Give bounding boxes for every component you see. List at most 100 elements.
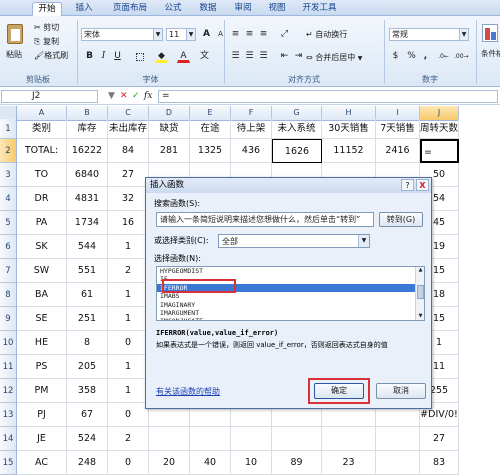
row-header[interactable]: 8	[0, 283, 17, 307]
percent-button[interactable]: %	[405, 50, 418, 63]
table-cell[interactable]: DR	[17, 187, 67, 211]
function-list-item[interactable]: IMABS	[157, 292, 424, 300]
shrink-font-button[interactable]: A	[214, 28, 227, 41]
font-size-select[interactable]: 11 ▼	[166, 28, 196, 41]
table-cell[interactable]: 0	[108, 403, 149, 427]
underline-button[interactable]: U	[111, 50, 124, 63]
formula-input[interactable]: =	[158, 90, 498, 103]
table-cell[interactable]: 8	[67, 331, 108, 355]
row-header[interactable]: 10	[0, 331, 17, 355]
row-header[interactable]: 6	[0, 235, 17, 259]
table-cell[interactable]: 2	[108, 427, 149, 451]
table-cell[interactable]: 544	[67, 235, 108, 259]
insert-function-icon[interactable]: fx	[144, 90, 152, 102]
fill-color-button[interactable]: ◆	[155, 50, 168, 63]
row-header[interactable]: 1	[0, 119, 17, 139]
table-cell[interactable]: 在途	[190, 119, 231, 139]
tab-review[interactable]: 审阅	[228, 2, 258, 16]
table-cell[interactable]	[272, 427, 322, 451]
table-cell[interactable]: PM	[17, 379, 67, 403]
tab-home[interactable]: 开始	[32, 2, 62, 16]
table-cell[interactable]: 类别	[17, 119, 67, 139]
table-cell[interactable]: 248	[67, 451, 108, 475]
tab-insert[interactable]: 插入	[70, 2, 98, 16]
bold-button[interactable]: B	[83, 50, 96, 63]
align-right-icon[interactable]: ☰	[257, 50, 270, 63]
table-cell[interactable]: 436	[231, 139, 272, 163]
table-cell[interactable]: 251	[67, 307, 108, 331]
function-list-scrollbar[interactable]: ▲ ▼	[415, 267, 424, 320]
category-select[interactable]: 全部 ▼	[218, 234, 370, 248]
table-cell[interactable]: PJ	[17, 403, 67, 427]
table-cell[interactable]	[322, 427, 376, 451]
table-cell[interactable]: 83	[420, 451, 459, 475]
table-cell[interactable]: 30天销售	[322, 119, 376, 139]
row-header[interactable]: 2	[0, 139, 17, 163]
row-header[interactable]: 11	[0, 355, 17, 379]
function-list-item[interactable]: IMARGUMENT	[157, 309, 424, 317]
border-button[interactable]	[133, 50, 146, 63]
align-center-icon[interactable]: ☰	[243, 50, 256, 63]
function-list-item[interactable]: IMAGINARY	[157, 301, 424, 309]
table-cell[interactable]: 358	[67, 379, 108, 403]
row-header[interactable]: 12	[0, 379, 17, 403]
function-help-link[interactable]: 有关该函数的帮助	[156, 386, 220, 397]
dialog-close-button[interactable]: X	[416, 179, 429, 191]
table-cell[interactable]: SE	[17, 307, 67, 331]
enter-icon[interactable]: ✓	[132, 90, 140, 102]
conditional-format-button[interactable]: 条件格	[480, 22, 500, 72]
search-function-input[interactable]: 请输入一条简短说明来描述您想做什么，然后单击“转到”	[156, 212, 374, 227]
table-cell[interactable]: PA	[17, 211, 67, 235]
table-cell[interactable]: 89	[272, 451, 322, 475]
scroll-up-icon[interactable]: ▲	[417, 267, 424, 274]
table-cell[interactable]: HE	[17, 331, 67, 355]
font-name-select[interactable]: 宋体 ▼	[81, 28, 163, 41]
table-cell[interactable]: 周转天数	[420, 119, 459, 139]
table-cell[interactable]: AC	[17, 451, 67, 475]
tab-formulas[interactable]: 公式	[158, 2, 188, 16]
row-header[interactable]: 13	[0, 403, 17, 427]
cancel-button[interactable]: 取消	[376, 383, 426, 399]
table-cell[interactable]: 0	[108, 331, 149, 355]
table-cell[interactable]: SW	[17, 259, 67, 283]
table-cell[interactable]: 2416	[376, 139, 420, 163]
table-cell[interactable]: =	[420, 139, 459, 163]
wrap-text-button[interactable]: ↵ 自动换行	[306, 29, 347, 40]
table-cell[interactable]: 7天销售	[376, 119, 420, 139]
cancel-entry-icon[interactable]: ▼	[108, 90, 115, 102]
table-cell[interactable]: 61	[67, 283, 108, 307]
table-cell[interactable]: 205	[67, 355, 108, 379]
tab-page-layout[interactable]: 页面布局	[105, 2, 155, 16]
table-cell[interactable]: 20	[149, 451, 190, 475]
table-cell[interactable]: 27	[420, 427, 459, 451]
table-cell[interactable]	[190, 427, 231, 451]
table-cell[interactable]: 1	[108, 307, 149, 331]
format-painter-button[interactable]: 🖌格式刷	[34, 50, 68, 61]
table-cell[interactable]: 524	[67, 427, 108, 451]
table-cell[interactable]: 未入系统	[272, 119, 322, 139]
table-cell[interactable]: 11152	[322, 139, 376, 163]
row-header[interactable]: 15	[0, 451, 17, 475]
scroll-down-icon[interactable]: ▼	[417, 313, 424, 320]
decrease-decimal-icon[interactable]: .00→	[453, 50, 469, 63]
paste-button[interactable]: 粘贴	[4, 22, 26, 64]
row-header[interactable]: 7	[0, 259, 17, 283]
table-cell[interactable]: PS	[17, 355, 67, 379]
table-cell[interactable]: 84	[108, 139, 149, 163]
align-top-icon[interactable]: ≡	[229, 28, 242, 41]
increase-decimal-icon[interactable]: .0←	[437, 50, 450, 63]
phonetic-button[interactable]: 文	[198, 50, 211, 63]
table-cell[interactable]: 1	[108, 283, 149, 307]
number-format-select[interactable]: 常规 ▼	[389, 28, 469, 41]
table-cell[interactable]: BA	[17, 283, 67, 307]
go-button[interactable]: 转到(G)	[379, 212, 423, 227]
row-header[interactable]: 4	[0, 187, 17, 211]
row-header[interactable]: 9	[0, 307, 17, 331]
dialog-help-button[interactable]: ?	[401, 179, 414, 191]
table-cell[interactable]: 1	[108, 379, 149, 403]
cancel-icon[interactable]: ✕	[120, 90, 128, 102]
font-color-button[interactable]: A	[177, 50, 190, 63]
function-list[interactable]: HYPGEOMDIST IF IFERROR IMABS IMAGINARY IMARGU…	[156, 266, 425, 321]
table-cell[interactable]: 40	[190, 451, 231, 475]
table-cell[interactable]: 库存	[67, 119, 108, 139]
